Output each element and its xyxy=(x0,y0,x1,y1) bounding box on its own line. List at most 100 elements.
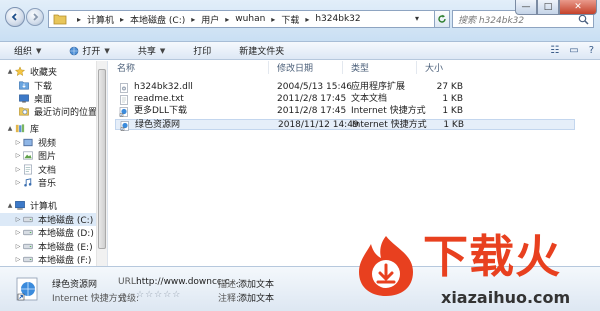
sidebar-item[interactable]: ▷ 图片 xyxy=(0,149,56,162)
dll-file-icon xyxy=(120,82,128,93)
sidebar-item[interactable]: ▲ 库 xyxy=(0,122,39,135)
window-controls: — □ ✕ xyxy=(515,0,597,16)
expand-icon[interactable]: ▷ xyxy=(14,152,22,159)
file-row[interactable]: h324bk32.dll 2004/5/13 15:46 应用程序扩展 27 KB xyxy=(115,82,575,93)
share-label: 共享 xyxy=(137,47,156,57)
rating-stars[interactable]: ☆☆☆☆☆ xyxy=(136,290,181,300)
forward-arrow-icon xyxy=(33,13,39,21)
file-size: 1 KB xyxy=(443,120,464,130)
sidebar-item[interactable]: ▷ 文档 xyxy=(0,163,56,176)
new-folder-button[interactable]: 新建文件夹 xyxy=(221,44,294,57)
sidebar-item[interactable]: ▷ 本地磁盘 (F:) xyxy=(0,253,92,266)
file-name-cell: readme.txt xyxy=(119,94,184,105)
sidebar-item[interactable]: ▷ 音乐 xyxy=(0,176,56,189)
sidebar-item[interactable]: 下载 xyxy=(0,79,52,92)
watermark-title: 下载火 xyxy=(423,230,562,283)
watermark: 下载火 xiazaihuo.com xyxy=(355,226,600,311)
organize-label: 组织 xyxy=(14,47,33,57)
minimize-button[interactable]: — xyxy=(515,0,537,15)
file-name: readme.txt xyxy=(134,94,184,104)
video-library-icon xyxy=(23,138,33,147)
view-options-icon[interactable]: ☷ xyxy=(550,45,559,56)
back-arrow-icon xyxy=(11,13,17,21)
file-row[interactable]: 更多DLL下载 2011/2/8 17:45 Internet 快捷方式 1 KB xyxy=(115,106,575,117)
pictures-library-icon xyxy=(23,151,33,160)
breadcrumb-computer[interactable]: 计算机 xyxy=(87,13,114,26)
internet-shortcut-icon xyxy=(119,106,128,117)
sidebar-item[interactable]: ▷ 本地磁盘 (D:) xyxy=(0,226,94,239)
chevron-down-icon: ▼ xyxy=(104,46,110,55)
chevron-down-icon: ▼ xyxy=(159,46,166,55)
refresh-button[interactable] xyxy=(434,10,450,28)
collapse-icon[interactable]: ▲ xyxy=(6,125,14,132)
details-notes-value[interactable]: 添加文本 xyxy=(238,291,274,304)
breadcrumb-wuhan[interactable]: wuhan xyxy=(235,14,265,24)
details-file-name: 绿色资源网 xyxy=(52,280,98,290)
expand-icon[interactable]: ▷ xyxy=(14,179,22,186)
sidebar-item[interactable]: 桌面 xyxy=(0,92,52,105)
sidebar-item[interactable]: ▲ 收藏夹 xyxy=(0,65,57,78)
title-bar: ▸ 计算机 ▸ 本地磁盘 (C:) ▸ 用户 ▸ wuhan ▸ 下载 ▸ h3… xyxy=(0,0,600,42)
breadcrumb-drive-c[interactable]: 本地磁盘 (C:) xyxy=(130,13,185,26)
back-button[interactable] xyxy=(5,7,25,27)
star-icon xyxy=(14,66,26,77)
sidebar-item-label: 最近访问的位置 xyxy=(34,108,98,118)
open-button[interactable]: 打开 ▼ xyxy=(51,44,119,57)
expand-icon[interactable]: ▷ xyxy=(14,243,22,250)
column-header-size[interactable]: 大小 xyxy=(417,61,467,74)
sidebar-item[interactable]: ▲ 计算机 xyxy=(0,199,57,212)
expand-icon[interactable]: ▷ xyxy=(14,166,22,173)
column-header-name[interactable]: 名称 xyxy=(109,61,269,74)
chevron-down-icon: ▼ xyxy=(36,46,42,55)
expand-icon[interactable]: ▷ xyxy=(14,256,22,263)
organize-button[interactable]: 组织 ▼ xyxy=(0,44,51,58)
sidebar-item[interactable]: ▷ 本地磁盘 (C:) xyxy=(0,213,96,226)
file-name: h324bk32.dll xyxy=(134,82,193,92)
breadcrumb-downloads[interactable]: 下载 xyxy=(281,13,299,26)
forward-button[interactable] xyxy=(26,8,44,26)
sidebar-scrollbar-thumb[interactable] xyxy=(98,69,106,249)
drive-icon xyxy=(23,229,33,236)
preview-pane-icon[interactable]: ▭ xyxy=(569,45,578,56)
maximize-button[interactable]: □ xyxy=(537,0,559,15)
help-icon[interactable]: ? xyxy=(589,45,594,56)
sidebar-scrollbar[interactable] xyxy=(96,61,107,266)
close-button[interactable]: ✕ xyxy=(559,0,597,15)
sidebar-item[interactable]: ▷ 视频 xyxy=(0,136,56,149)
refresh-icon xyxy=(438,14,446,23)
file-name: 绿色资源网 xyxy=(135,120,181,130)
file-name: 更多DLL下载 xyxy=(134,106,187,116)
sidebar-item-label: 本地磁盘 (C:) xyxy=(38,216,94,226)
collapse-icon[interactable]: ▲ xyxy=(6,202,14,209)
expand-icon[interactable]: ▷ xyxy=(14,139,22,146)
sidebar-item[interactable]: ▷ 本地磁盘 (E:) xyxy=(0,240,93,253)
file-row[interactable]: 绿色资源网 2018/11/12 14:49 Internet 快捷方式 1 KB xyxy=(115,119,575,131)
address-bar[interactable]: ▸ 计算机 ▸ 本地磁盘 (C:) ▸ 用户 ▸ wuhan ▸ 下载 ▸ h3… xyxy=(48,10,438,28)
flame-logo-icon xyxy=(359,236,413,296)
file-modified-date: 2018/11/12 14:49 xyxy=(278,120,359,130)
file-size: 1 KB xyxy=(442,106,463,116)
share-button[interactable]: 共享 ▼ xyxy=(120,44,175,58)
sidebar-item-label: 收藏夹 xyxy=(30,68,58,78)
collapse-icon[interactable]: ▲ xyxy=(6,68,14,75)
column-header-type[interactable]: 类型 xyxy=(343,61,417,74)
library-icon xyxy=(15,124,25,133)
breadcrumb-h324bk32[interactable]: h324bk32 xyxy=(315,14,360,24)
print-button[interactable]: 打印 xyxy=(175,44,221,57)
sidebar-item-label: 视频 xyxy=(38,139,57,149)
folder-icon xyxy=(53,14,67,25)
sidebar-item[interactable]: 最近访问的位置 xyxy=(0,105,97,118)
sidebar-item-label: 计算机 xyxy=(30,202,58,212)
open-label: 打开 xyxy=(82,47,101,57)
expand-icon[interactable]: ▷ xyxy=(14,216,22,223)
breadcrumb-separator-icon: ▸ xyxy=(271,14,276,24)
expand-icon[interactable]: ▷ xyxy=(14,229,22,236)
address-dropdown-icon[interactable]: ▾ xyxy=(415,14,419,23)
breadcrumb-users[interactable]: 用户 xyxy=(201,13,219,26)
column-header-modified[interactable]: 修改日期 xyxy=(269,61,343,74)
breadcrumb-separator-icon: ▸ xyxy=(120,14,125,24)
sidebar-item-label: 下载 xyxy=(34,82,53,92)
file-type: Internet 快捷方式 xyxy=(351,106,426,116)
file-row[interactable]: readme.txt 2011/2/8 17:45 文本文档 1 KB xyxy=(115,94,575,105)
details-description-value[interactable]: 添加文本 xyxy=(238,277,274,290)
